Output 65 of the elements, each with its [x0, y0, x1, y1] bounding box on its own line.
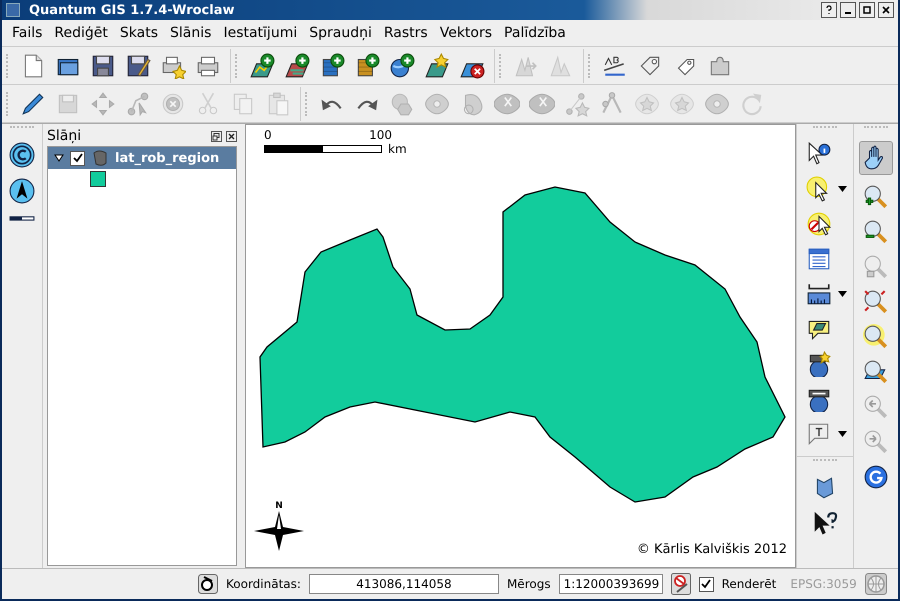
render-checkbox[interactable]: [698, 576, 714, 592]
dropdown-arrow-icon[interactable]: [838, 291, 847, 297]
add-vector-layer-icon[interactable]: [249, 52, 275, 78]
menu-item[interactable]: Iestatījumi: [217, 25, 304, 41]
minimize-button[interactable]: [840, 2, 856, 18]
save-icon[interactable]: [90, 52, 116, 78]
zoom-full-icon[interactable]: [863, 289, 889, 315]
zoom-out-icon[interactable]: [863, 219, 889, 245]
whats-this-icon[interactable]: [812, 511, 838, 537]
layer-row[interactable]: lat_rob_region: [48, 147, 236, 169]
coordinate-toggle-icon[interactable]: [198, 574, 218, 594]
scale-label: 100: [369, 128, 392, 142]
identify-icon[interactable]: [806, 141, 832, 167]
pencil-icon[interactable]: [20, 90, 46, 116]
dropdown-arrow-icon[interactable]: [838, 431, 847, 437]
menu-item[interactable]: Fails: [6, 25, 48, 41]
attribute-table-icon[interactable]: [806, 246, 832, 272]
float-panel-icon[interactable]: [211, 130, 222, 142]
pan-button[interactable]: [859, 141, 893, 175]
deselect-icon[interactable]: [806, 211, 832, 237]
menu-item[interactable]: Palīdzība: [498, 25, 572, 41]
menu-item[interactable]: Rastrs: [378, 25, 434, 41]
new-layer-icon[interactable]: [424, 52, 450, 78]
close-button[interactable]: [878, 2, 894, 18]
dropdown-arrow-icon[interactable]: [838, 186, 847, 192]
save-as-icon[interactable]: [125, 52, 151, 78]
copyright-icon[interactable]: [9, 142, 35, 168]
expand-arrow-icon[interactable]: [54, 153, 64, 163]
coordinates-label: Koordinātas:: [226, 577, 301, 591]
stop-render-icon[interactable]: [670, 573, 691, 595]
close-panel-icon[interactable]: [226, 130, 237, 142]
menu-item[interactable]: Spraudņi: [303, 25, 378, 41]
maximize-button[interactable]: [859, 2, 875, 18]
north-label: N: [275, 501, 283, 511]
zoom-to-selection-icon[interactable]: [863, 324, 889, 350]
projection-globe-icon[interactable]: [864, 573, 887, 595]
copyright-text: © Kārlis Kalviškis 2012: [636, 542, 787, 557]
map-canvas[interactable]: 0 100 km N © Kārlis Kalviškis 2012: [245, 124, 796, 568]
scale-label: 0: [264, 128, 272, 142]
legend-swatch: [90, 171, 106, 187]
menu-item[interactable]: Skats: [114, 25, 164, 41]
polygon-layer-icon: [91, 149, 109, 167]
minimize-icon: [845, 12, 851, 14]
add-raster-layer-icon[interactable]: [284, 52, 310, 78]
help-button[interactable]: [821, 2, 837, 18]
coordinates-field[interactable]: 413086,114058: [308, 574, 499, 594]
scale-label: Mērogs: [506, 577, 551, 591]
zoom-to-layer-icon[interactable]: [863, 359, 889, 385]
menu-item[interactable]: Vektors: [434, 25, 498, 41]
window-title: Quantum GIS 1.7.4-Wroclaw: [29, 2, 234, 18]
scale-field[interactable]: 1:12000393699: [558, 574, 663, 594]
refresh-icon[interactable]: [863, 464, 889, 490]
render-label: Renderēt: [722, 577, 776, 591]
scale-unit: km: [388, 142, 407, 156]
zoom-in-icon[interactable]: [863, 184, 889, 210]
close-icon: [881, 5, 891, 15]
question-icon: [824, 5, 834, 15]
compass-rose-icon: [254, 511, 304, 551]
layer-name: lat_rob_region: [115, 150, 220, 166]
panel-title: Slāņi: [47, 128, 82, 144]
add-web-layer-icon[interactable]: [389, 52, 415, 78]
layer-checkbox[interactable]: [70, 150, 85, 166]
maximize-icon: [862, 5, 872, 15]
menu-item[interactable]: Slānis: [164, 25, 218, 41]
menu-item[interactable]: Rediģēt: [48, 25, 114, 41]
